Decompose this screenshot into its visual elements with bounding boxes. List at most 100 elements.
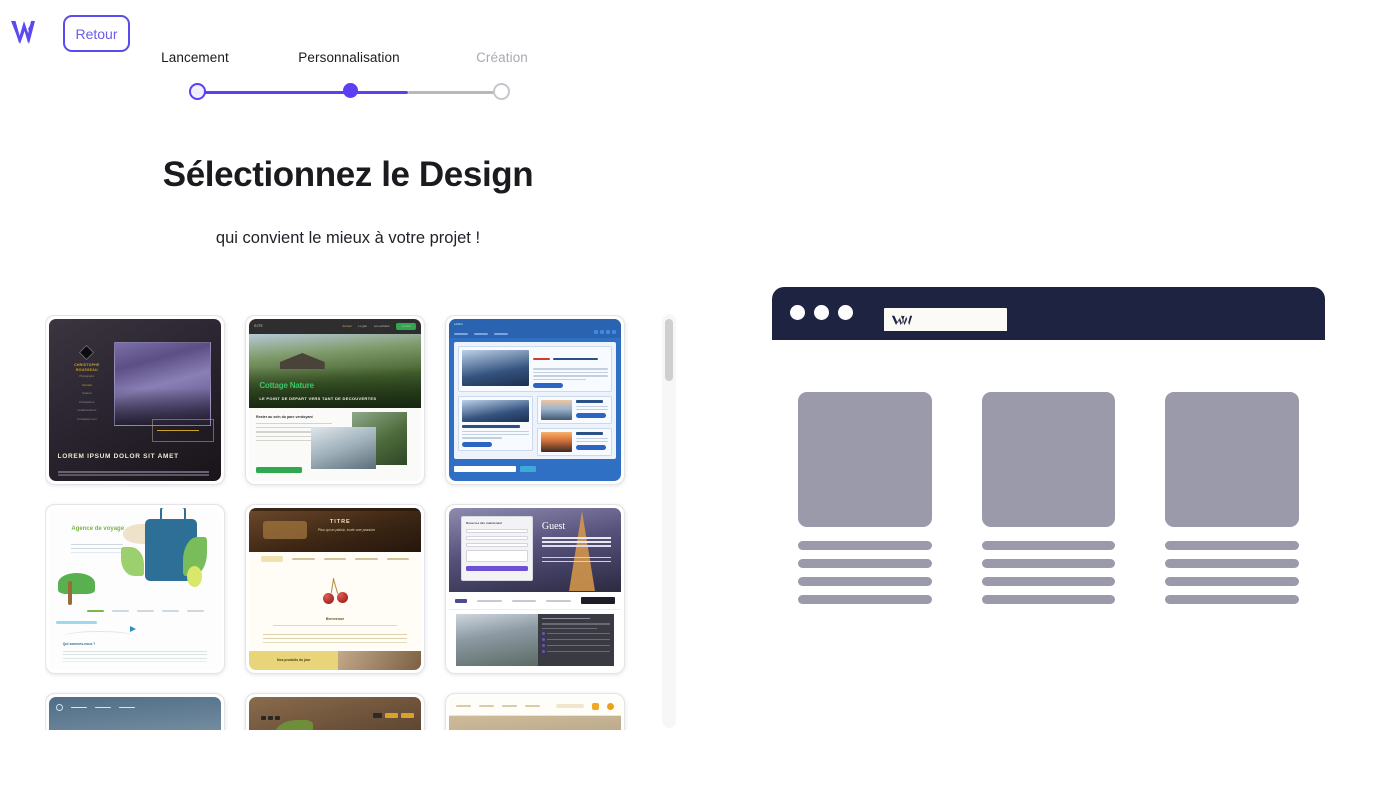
thumb-nav-item: Collaborations: [77, 408, 97, 413]
step-label-creation: Création: [476, 50, 528, 65]
thumb-heading: Agence de voyage: [71, 525, 125, 532]
thumb-nav-item: Les activités: [373, 324, 390, 329]
template-card-patisserie-cerises[interactable]: TITRE Plus qu'un plaisir, toute une pass…: [245, 504, 425, 674]
thumb-banner: LOREM IPSUM DOLOR SIT AMET: [57, 452, 179, 460]
stepper-track: [163, 83, 511, 101]
preview-browser-chrome: [772, 287, 1325, 340]
thumb-body-lines: [71, 543, 123, 546]
skeleton-text-line: [1165, 541, 1300, 550]
skeleton-text-line: [981, 577, 1116, 586]
thumb-body: [449, 610, 621, 670]
step-label-lancement[interactable]: Lancement: [161, 50, 229, 65]
skeleton-text-line: [981, 541, 1116, 550]
thumb-search-button: [519, 465, 536, 472]
template-card-photographe-portfolio[interactable]: CHRISTOPHE ROUSSEAU Photographe Accueil …: [45, 315, 225, 485]
thumb-navbar: [449, 697, 621, 717]
thumb-navbar: [86, 610, 204, 612]
thumb-form-title: Réservez dès maintenant: [466, 520, 503, 525]
template-thumbnail: LOREM IPSUM AMET SIT AMET: [49, 697, 221, 730]
preview-browser-tab[interactable]: [883, 307, 1008, 332]
window-dot-icon[interactable]: [838, 305, 853, 320]
thumb-footer-label: Nos produits du jour: [249, 650, 339, 670]
thumb-heading: Cottage Nature: [259, 381, 314, 391]
thumb-cta-button: [581, 597, 616, 605]
thumb-image: [310, 427, 377, 470]
stepper-dot-lancement[interactable]: [189, 83, 206, 100]
template-thumbnail: Réservez dès maintenant Guest: [449, 508, 621, 670]
template-card-montagne-lorem[interactable]: LOREM IPSUM AMET SIT AMET: [45, 693, 225, 730]
coconut-illustration-icon: [186, 566, 203, 588]
skeleton-column: [1165, 392, 1300, 680]
template-thumbnail: Consectetuer adipiscing elit Donec posue…: [249, 697, 421, 730]
thumb-body-lines: [262, 633, 408, 635]
thumb-hero-image: [114, 341, 211, 426]
back-button[interactable]: Retour: [63, 15, 130, 52]
skeleton-text-line: [798, 577, 932, 586]
skeleton-text-line: [798, 559, 932, 568]
step-label-personnalisation[interactable]: Personnalisation: [298, 50, 399, 65]
thumb-cta-button: [533, 383, 564, 388]
thumb-image: [541, 400, 572, 420]
thumb-hero-image: [449, 716, 621, 730]
template-card-agence-de-voyage[interactable]: Agence de voyage Qui sommes-nous ?: [45, 504, 225, 674]
thumb-navbar: [249, 508, 421, 512]
skeleton-text-line: [981, 559, 1116, 568]
page-subtitle: qui convient le mieux à votre projet !: [215, 229, 481, 247]
thumb-hero-image: Cottage Nature LE POINT DE DEPART VERS T…: [249, 333, 421, 409]
template-thumbnail: [449, 697, 621, 730]
thumb-section-title: Bienvenue: [325, 616, 345, 621]
thumb-navbar: [49, 697, 221, 718]
template-card-guest-paris[interactable]: Réservez dès maintenant Guest: [445, 504, 625, 674]
skeleton-image-block: [798, 392, 932, 527]
thumb-body-lines: [57, 471, 209, 473]
water-illustration-icon: [55, 621, 98, 625]
thumb-subheading: Plus qu'un plaisir, toute une passion: [317, 527, 376, 532]
template-thumbnail: GITE Accueil Le gîte Les activités Conta…: [249, 319, 421, 481]
thumb-logo: GITE: [254, 324, 264, 329]
gallery-scrollbar-track[interactable]: [662, 314, 676, 728]
wizishop-w-logo-icon[interactable]: [9, 16, 49, 48]
template-card-restaurant-consectetuer[interactable]: Consectetuer adipiscing elit Donec posue…: [245, 693, 425, 730]
thumb-image: [462, 400, 529, 422]
skeleton-column: [981, 392, 1116, 680]
skeleton-image-block: [981, 392, 1116, 527]
thumb-body-lines: [541, 556, 611, 559]
stepper-dot-personnalisation[interactable]: [343, 83, 358, 98]
thumb-footer: [454, 461, 616, 477]
thumb-navbar: GITE Accueil Le gîte Les activités Conta…: [249, 319, 421, 334]
leaf-illustration-icon: [121, 546, 144, 577]
skeleton-text-line: [981, 595, 1116, 604]
thumb-navbar: [249, 551, 421, 567]
skeleton-text-line: [1165, 577, 1300, 586]
thumb-panel: [538, 613, 615, 667]
thumb-accent-box: [152, 419, 215, 443]
template-gallery[interactable]: CHRISTOPHE ROUSSEAU Photographe Accueil …: [45, 315, 643, 730]
skeleton-text-line: [798, 541, 932, 550]
preview-content-skeleton: [772, 340, 1325, 680]
template-card-boutique-equipe[interactable]: [445, 693, 625, 730]
page-title: Sélectionnez le Design: [162, 155, 534, 194]
thumb-nav-item: Le gîte: [358, 324, 367, 329]
thumb-navbar: [373, 713, 415, 719]
window-dot-icon[interactable]: [814, 305, 829, 320]
thumb-badge: [533, 357, 550, 361]
thumb-subheading: Photographe: [79, 375, 95, 379]
thumb-cta-button: [256, 466, 302, 473]
skeleton-text-line: [1165, 559, 1300, 568]
template-card-cottage-nature[interactable]: GITE Accueil Le gîte Les activités Conta…: [245, 315, 425, 485]
template-card-magazine-bleu[interactable]: LOGO: [445, 315, 625, 485]
thumb-footer: Nos produits du jour: [249, 650, 421, 670]
flight-path-icon: [62, 631, 135, 642]
thumb-logo: LOGO: [454, 322, 463, 326]
stepper-dot-creation: [493, 83, 510, 100]
plane-icon: [129, 626, 136, 633]
thumb-hero-image: TITRE Plus qu'un plaisir, toute une pass…: [249, 508, 421, 552]
thumb-hero-image: Réservez dès maintenant Guest: [449, 508, 621, 593]
thumb-nav-item: Accueil: [81, 382, 92, 387]
stepper-line-completed: [193, 91, 408, 94]
thumb-image: [541, 432, 572, 452]
thumb-social-icons: [261, 716, 281, 721]
window-dot-icon[interactable]: [790, 305, 805, 320]
gallery-scrollbar-thumb[interactable]: [665, 319, 673, 381]
skeleton-text-line: [1165, 595, 1300, 604]
